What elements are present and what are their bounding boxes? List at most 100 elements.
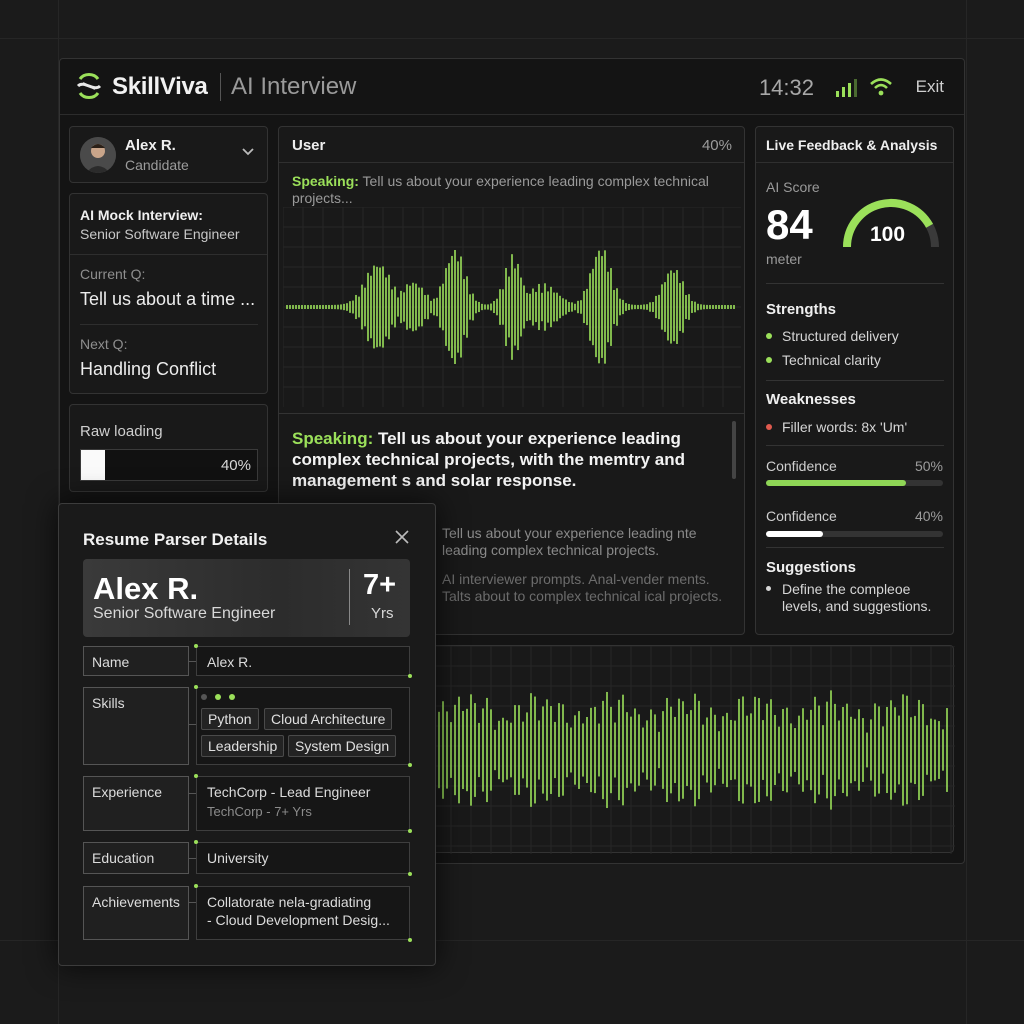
field-value-name[interactable]: Alex R. <box>194 644 412 678</box>
chevron-down-icon[interactable] <box>241 147 255 157</box>
signal-icon <box>836 79 857 97</box>
speaking-caption: Speaking: Tell us about your experience … <box>292 428 722 491</box>
confidence-bar-fill <box>766 531 823 537</box>
audio-waveform-top <box>283 207 741 407</box>
skillviva-logo-icon <box>76 73 102 99</box>
ai-score-label: AI Score <box>766 179 820 195</box>
experience-years-label: Yrs <box>371 605 394 622</box>
avatar <box>80 137 116 173</box>
divider <box>766 445 944 446</box>
candidate-name: Alex R. <box>125 137 176 154</box>
raw-loading-label: Raw loading <box>80 423 163 440</box>
achievement-item: Collatorate nela-gradiating <box>207 894 372 910</box>
gauge-max-value: 100 <box>870 223 906 246</box>
experience-title: TechCorp - Lead Engineer <box>207 784 371 800</box>
field-label-achievements: Achievements <box>83 886 189 940</box>
live-feedback-panel: Live Feedback & Analysis AI Score 84 100… <box>755 126 954 635</box>
divider <box>349 569 350 625</box>
experience-years: 7+ <box>363 569 397 601</box>
divider <box>279 413 744 414</box>
raw-loading-progress: 40% <box>80 449 258 481</box>
field-label-skills: Skills <box>83 687 189 765</box>
skill-chip[interactable]: Leadership <box>201 735 285 757</box>
strength-item: Technical clarity <box>766 352 881 368</box>
connector <box>189 902 196 903</box>
ai-score-value: 84 <box>766 201 813 248</box>
weakness-item: Filler words: 8x 'Um' <box>766 419 907 435</box>
wifi-icon <box>870 78 892 96</box>
next-question[interactable]: Handling Conflict <box>80 359 216 380</box>
field-label-experience: Experience <box>83 776 189 831</box>
field-value-experience[interactable]: TechCorp - Lead Engineer TechCorp - 7+ Y… <box>194 774 412 833</box>
candidate-selector[interactable]: Alex R. Candidate <box>69 126 268 183</box>
skill-chip[interactable]: Python <box>201 708 259 730</box>
strengths-title: Strengths <box>766 301 837 318</box>
close-icon[interactable] <box>395 530 409 544</box>
skill-chip[interactable]: System Design <box>288 735 397 757</box>
brand-divider <box>220 73 221 101</box>
field-value-education[interactable]: University <box>194 840 412 876</box>
strength-item: Structured delivery <box>766 328 899 344</box>
confidence-percent: 50% <box>914 458 943 474</box>
scrollbar[interactable] <box>732 421 736 479</box>
confidence-bar <box>766 480 943 486</box>
background-rule <box>0 38 1024 39</box>
connector <box>189 724 196 725</box>
weaknesses-title: Weaknesses <box>766 391 856 408</box>
connector <box>189 793 196 794</box>
interview-info-panel: AI Mock Interview: Senior Software Engin… <box>69 193 268 394</box>
current-question-label: Current Q: <box>80 266 146 282</box>
background-rule <box>966 0 967 1024</box>
resume-parser-modal: Resume Parser Details Alex R. Senior Sof… <box>58 503 436 966</box>
suggestions-title: Suggestions <box>766 559 857 576</box>
speaking-tag: Speaking: <box>292 429 374 448</box>
raw-loading-panel: Raw loading 40% <box>69 404 268 492</box>
field-label-education: Education <box>83 842 189 874</box>
brand-name: SkillViva <box>112 73 208 100</box>
connector <box>189 661 196 662</box>
confidence-label: Confidence <box>766 458 837 474</box>
field-label-name: Name <box>83 646 189 676</box>
suggestion-item: Define the compleoe levels, and suggesti… <box>766 581 947 615</box>
audio-waveform-panel <box>430 645 955 854</box>
confidence-bar-fill <box>766 480 906 486</box>
resume-name: Alex R. <box>93 571 199 606</box>
speaking-tag: Speaking: <box>292 173 359 189</box>
confidence-bar <box>766 531 943 537</box>
interview-subtitle: Senior Software Engineer <box>80 226 240 242</box>
panel-title: User <box>292 137 326 154</box>
current-question[interactable]: Tell us about a time ... <box>80 289 255 310</box>
connector <box>189 858 196 859</box>
speaking-preview: Speaking: Tell us about your experience … <box>292 173 732 207</box>
audio-waveform-bottom <box>430 645 955 854</box>
product-name: AI Interview <box>231 73 357 100</box>
top-bar: SkillViva AI Interview 14:32 Exit <box>60 59 964 115</box>
divider <box>766 547 944 548</box>
divider <box>766 380 944 381</box>
resume-summary-card: Alex R. Senior Software Engineer 7+ Yrs <box>83 559 410 637</box>
panel-percent: 40% <box>701 137 732 154</box>
panel-title: Live Feedback & Analysis <box>766 137 938 153</box>
modal-title: Resume Parser Details <box>83 530 268 549</box>
divider <box>70 254 267 255</box>
field-value-achievements[interactable]: Collatorate nela-gradiating - Cloud Deve… <box>194 884 412 942</box>
raw-loading-percent: 40% <box>220 457 251 474</box>
divider <box>80 324 258 325</box>
candidate-role: Candidate <box>125 157 189 173</box>
experience-sub: TechCorp - 7+ Yrs <box>207 804 312 819</box>
next-question-label: Next Q: <box>80 336 128 352</box>
interview-title: AI Mock Interview: <box>80 207 203 223</box>
skill-chip[interactable]: Cloud Architecture <box>264 708 393 730</box>
exit-button[interactable]: Exit <box>916 77 944 97</box>
panel-header: User 40% <box>279 127 744 163</box>
divider <box>766 283 944 284</box>
confidence-percent: 40% <box>914 508 943 524</box>
achievement-item: - Cloud Development Desig... <box>207 912 390 928</box>
clock: 14:32 <box>758 75 814 100</box>
typing-dots-icon <box>201 694 235 700</box>
confidence-label: Confidence <box>766 508 837 524</box>
raw-loading-fill <box>81 450 105 480</box>
resume-role: Senior Software Engineer <box>93 605 276 622</box>
panel-header: Live Feedback & Analysis <box>756 127 953 163</box>
meter-label: meter <box>766 251 802 267</box>
